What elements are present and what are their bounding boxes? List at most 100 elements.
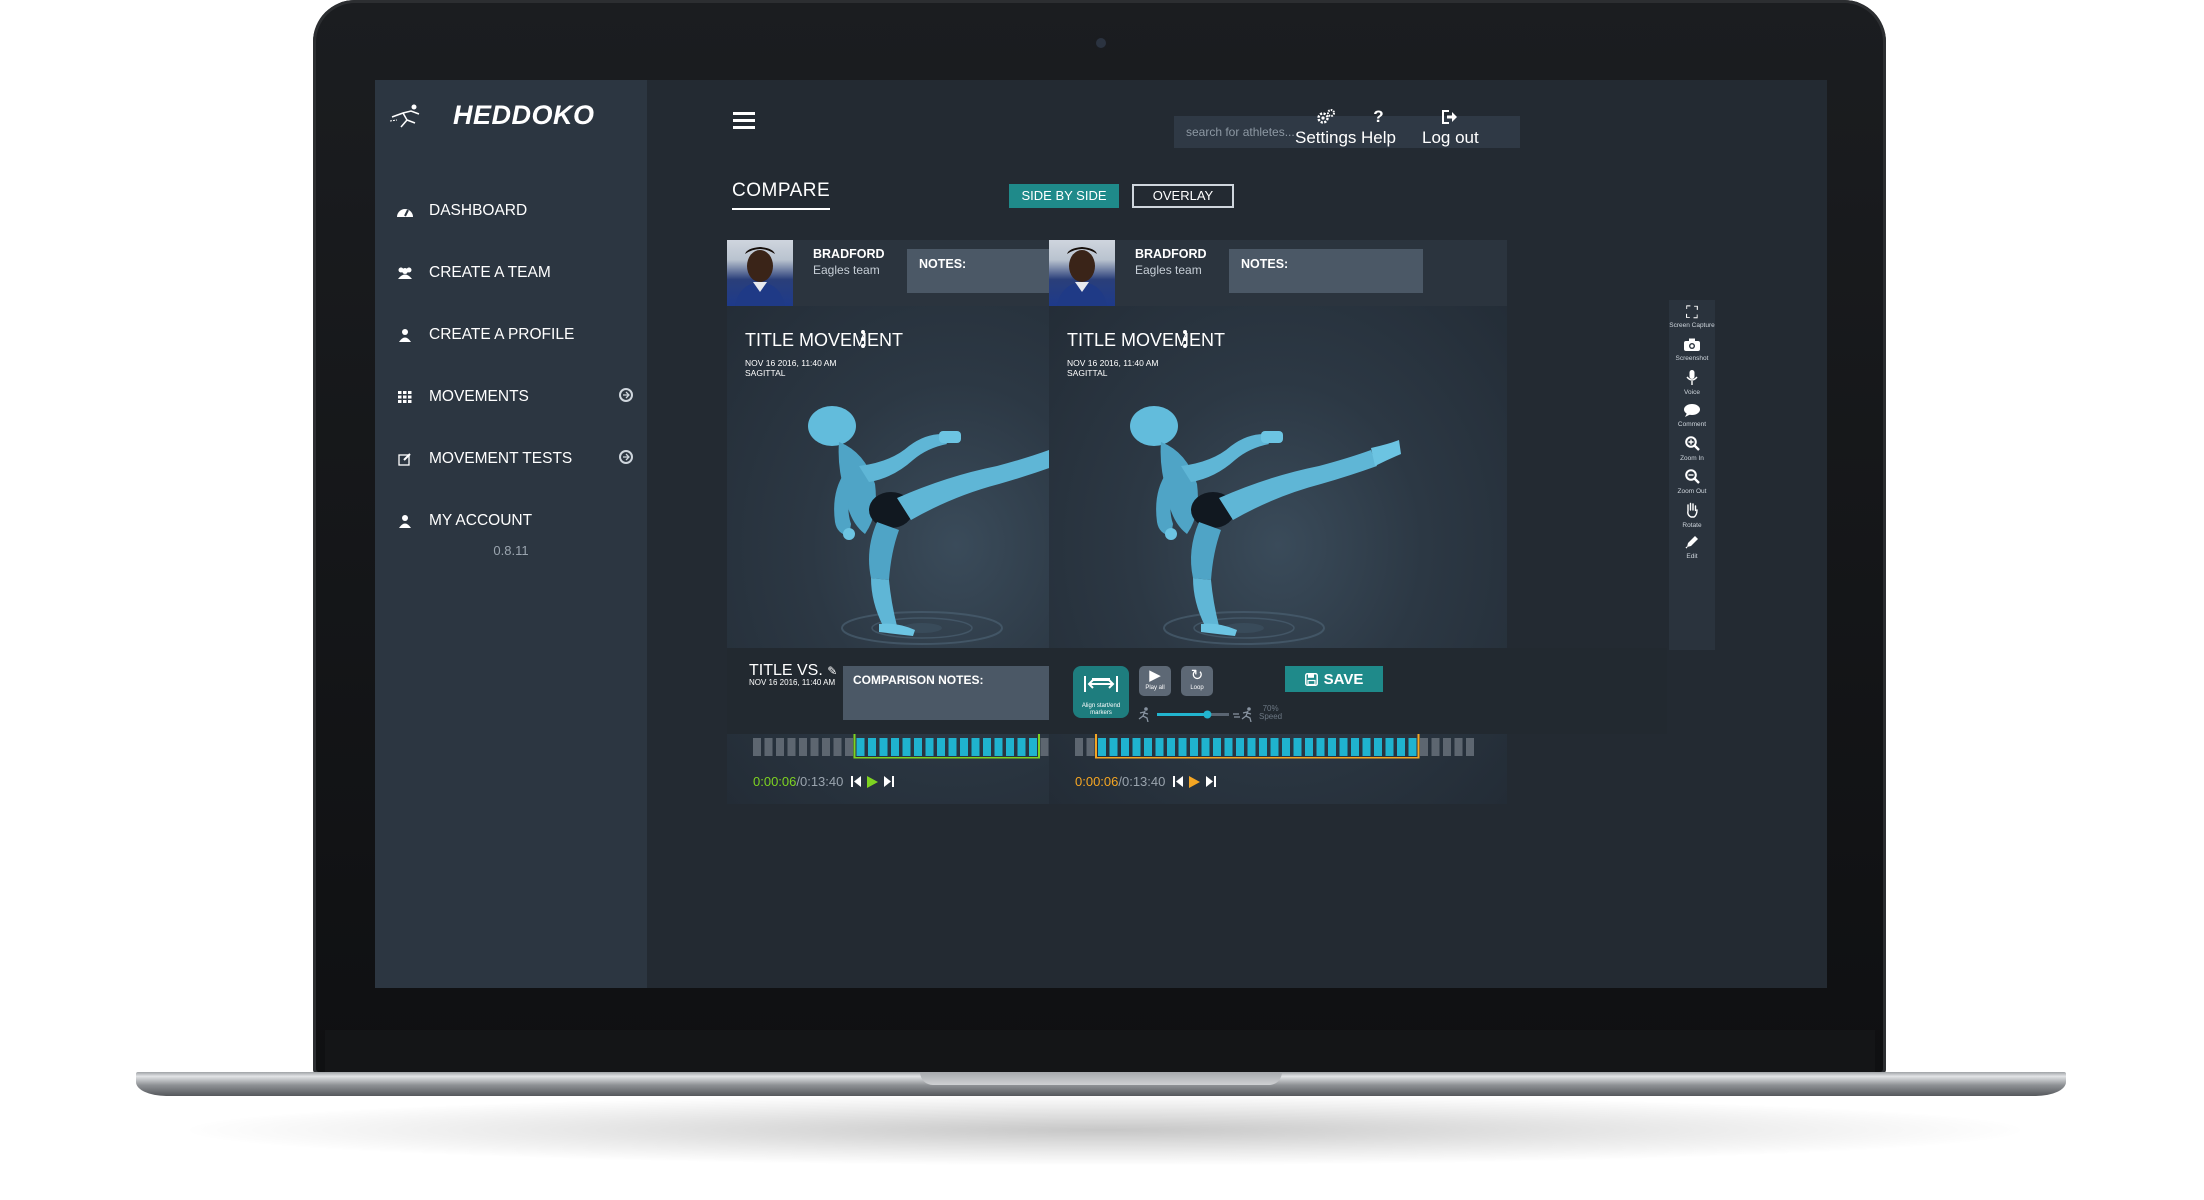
timeline-segment[interactable] xyxy=(1328,738,1336,756)
timeline-segment[interactable] xyxy=(891,738,899,756)
sidebar-item-movements[interactable]: MOVEMENTS xyxy=(375,366,647,428)
timeline-segment[interactable] xyxy=(799,738,807,756)
rotate-tool[interactable]: Rotate xyxy=(1669,502,1715,531)
timeline-segment[interactable] xyxy=(937,738,945,756)
timeline-segment[interactable] xyxy=(1305,738,1313,756)
timeline-segment[interactable] xyxy=(983,738,991,756)
timeline-segment[interactable] xyxy=(1144,738,1152,756)
screenshot-tool[interactable]: Screenshot xyxy=(1669,337,1715,366)
timeline-segment[interactable] xyxy=(1247,738,1256,756)
timeline-segment[interactable] xyxy=(1109,738,1118,756)
more-options-icon[interactable] xyxy=(861,330,865,351)
skip-forward-icon[interactable] xyxy=(1206,776,1217,787)
sidebar-item-movement-tests[interactable]: MOVEMENT TESTS xyxy=(375,428,647,490)
skip-back-icon[interactable] xyxy=(851,776,862,787)
help-button[interactable]: ? Help xyxy=(1361,106,1396,148)
timeline-segment[interactable] xyxy=(845,738,853,756)
menu-icon[interactable] xyxy=(733,112,755,130)
timeline-segment[interactable] xyxy=(1155,738,1164,756)
notes-field[interactable]: NOTES: xyxy=(1229,249,1423,293)
timeline-segment[interactable] xyxy=(1213,738,1221,756)
skip-forward-icon[interactable] xyxy=(884,776,895,787)
timeline-segment[interactable] xyxy=(1362,738,1371,756)
timeline-segment[interactable] xyxy=(1374,738,1382,756)
timeline-segment[interactable] xyxy=(879,738,888,756)
loop-button[interactable]: ↻ Loop xyxy=(1181,666,1213,696)
timeline-segment[interactable] xyxy=(810,738,819,756)
timeline-segment[interactable] xyxy=(1029,738,1037,756)
timeline-segment[interactable] xyxy=(1132,738,1141,756)
voice-tool[interactable]: Voice xyxy=(1669,370,1715,399)
sidebar-item-dashboard[interactable]: DASHBOARD xyxy=(375,180,647,242)
timeline-segment[interactable] xyxy=(1397,738,1405,756)
timeline-segment[interactable] xyxy=(1351,738,1359,756)
timeline-segment[interactable] xyxy=(1293,738,1302,756)
timeline-segment[interactable] xyxy=(1201,738,1210,756)
screen-capture-tool[interactable]: ⛶ Screen Capture xyxy=(1669,304,1715,333)
timeline-segment[interactable] xyxy=(856,738,865,756)
settings-button[interactable]: Settings xyxy=(1295,106,1356,148)
expand-circle-icon[interactable] xyxy=(619,388,633,402)
timeline-segment[interactable] xyxy=(1385,738,1394,756)
timeline-segment[interactable] xyxy=(1259,738,1267,756)
logout-button[interactable]: Log out xyxy=(1422,106,1479,148)
side-by-side-toggle[interactable]: SIDE BY SIDE xyxy=(1009,184,1119,208)
comparison-notes-field[interactable]: COMPARISON NOTES: xyxy=(843,666,1049,720)
timeline-segment[interactable] xyxy=(1270,738,1279,756)
timeline-segment[interactable] xyxy=(833,738,842,756)
play-icon[interactable] xyxy=(867,775,879,788)
timeline-segment[interactable] xyxy=(1098,738,1106,756)
timeline-segment[interactable] xyxy=(960,738,968,756)
app-logo[interactable]: HEDDOKO xyxy=(389,100,595,131)
timeline-segment[interactable] xyxy=(1040,738,1049,756)
timeline-segment[interactable] xyxy=(787,738,796,756)
skip-back-icon[interactable] xyxy=(1173,776,1184,787)
play-all-button[interactable]: ▶ Play all xyxy=(1139,666,1171,696)
timeline-segment[interactable] xyxy=(1086,738,1095,756)
timeline-segment[interactable] xyxy=(994,738,1003,756)
edit-tool[interactable]: Edit xyxy=(1669,535,1715,564)
timeline-segment[interactable] xyxy=(1420,738,1428,756)
timeline-segment[interactable] xyxy=(1316,738,1325,756)
timeline-segment[interactable] xyxy=(1190,738,1198,756)
timeline-segment[interactable] xyxy=(1178,738,1187,756)
timeline-segment[interactable] xyxy=(1466,738,1474,756)
timeline-segment[interactable] xyxy=(1431,738,1440,756)
timeline-segment[interactable] xyxy=(1339,738,1348,756)
timeline-segment[interactable] xyxy=(1443,738,1451,756)
timeline-segment[interactable] xyxy=(1408,738,1417,756)
timeline-segment[interactable] xyxy=(1075,738,1083,756)
timeline-segment[interactable] xyxy=(1017,738,1026,756)
speed-handle[interactable] xyxy=(1203,710,1212,719)
timeline-segment[interactable] xyxy=(822,738,830,756)
overlay-toggle[interactable]: OVERLAY xyxy=(1132,184,1234,208)
3d-figure-kick[interactable] xyxy=(1109,374,1439,664)
comment-tool[interactable]: Comment xyxy=(1669,403,1715,432)
save-button[interactable]: SAVE xyxy=(1285,666,1383,692)
timeline-segment[interactable] xyxy=(1006,738,1014,756)
zoom-in-tool[interactable]: Zoom In xyxy=(1669,436,1715,465)
expand-circle-icon[interactable] xyxy=(619,450,633,464)
timeline-segment[interactable] xyxy=(764,738,773,756)
timeline-segment[interactable] xyxy=(1167,738,1175,756)
timeline-segment[interactable] xyxy=(971,738,980,756)
athlete-photo[interactable] xyxy=(727,240,793,306)
timeline-segment[interactable] xyxy=(1454,738,1463,756)
zoom-out-tool[interactable]: Zoom Out xyxy=(1669,469,1715,498)
pencil-icon[interactable]: ✎ xyxy=(827,664,837,678)
timeline-segment[interactable] xyxy=(753,738,761,756)
timeline-segment[interactable] xyxy=(1121,738,1129,756)
timeline-segment[interactable] xyxy=(902,738,911,756)
timeline-segment[interactable] xyxy=(1282,738,1290,756)
athlete-photo[interactable] xyxy=(1049,240,1115,306)
timeline-segment[interactable] xyxy=(1224,738,1233,756)
sidebar-item-create-team[interactable]: CREATE A TEAM xyxy=(375,242,647,304)
timeline-segment[interactable] xyxy=(914,738,922,756)
align-markers-button[interactable]: Align start/end markers xyxy=(1073,666,1129,718)
more-options-icon[interactable] xyxy=(1183,330,1187,351)
timeline-segment[interactable] xyxy=(868,738,876,756)
timeline-segment[interactable] xyxy=(948,738,957,756)
timeline-segment[interactable] xyxy=(925,738,934,756)
timeline-segment[interactable] xyxy=(776,738,784,756)
speed-slider[interactable] xyxy=(1137,706,1277,722)
